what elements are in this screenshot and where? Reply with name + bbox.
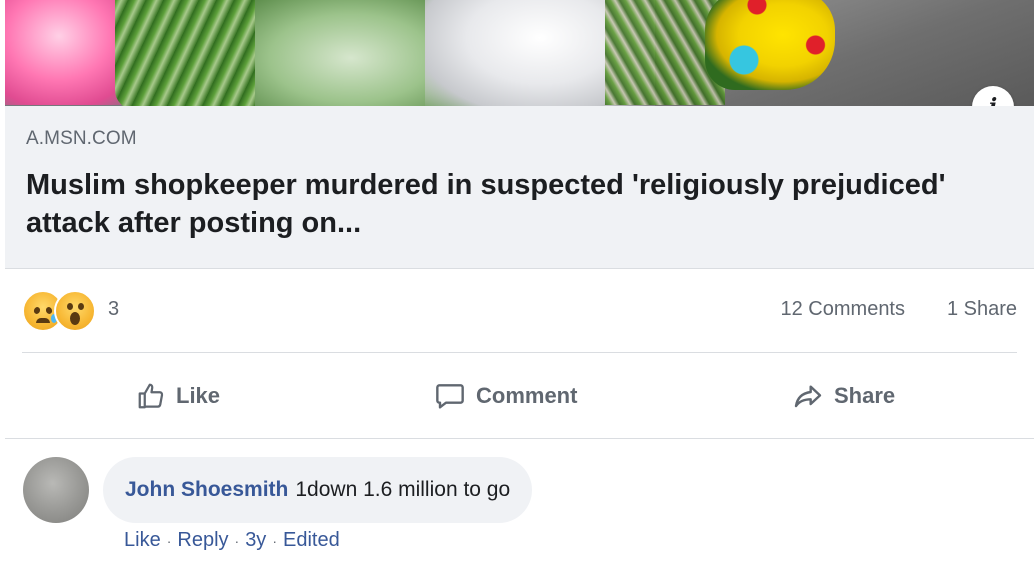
comment-text: 1down 1.6 million to go [295,478,511,501]
comment-label: Comment [476,383,578,408]
link-domain: A.MSN.COM [26,128,137,149]
link-preview-image[interactable] [5,0,1034,106]
like-button[interactable]: Like [136,366,220,426]
link-title[interactable]: Muslim shopkeeper murdered in suspected … [26,166,946,242]
comments-count[interactable]: 12 Comments [781,298,906,321]
comment-meta: Like · Reply · 3y · Edited [124,529,340,552]
thumbs-up-icon [138,383,164,409]
comment-like-link[interactable]: Like [124,529,161,552]
comment-bubble: John Shoesmith 1down 1.6 million to go [103,457,533,523]
wow-reaction-icon[interactable] [54,290,96,332]
comment-author[interactable]: John Shoesmith [125,478,288,502]
share-count[interactable]: 1 Share [947,298,1017,321]
comment-timestamp[interactable]: 3y [245,529,266,552]
share-arrow-icon [794,385,822,408]
reactions-summary: 3 12 Comments 1 Share [22,288,1017,334]
divider [5,438,1034,439]
avatar[interactable] [23,457,89,523]
share-button[interactable]: Share [792,366,895,426]
like-label: Like [176,383,221,408]
separator-dot: · [234,532,240,549]
comment-reply-link[interactable]: Reply [177,529,228,552]
reaction-count[interactable]: 3 [108,298,119,321]
separator-dot: · [272,532,277,549]
link-preview-box[interactable]: A.MSN.COM Muslim shopkeeper murdered in … [5,106,1034,269]
yellow-flower-bouquet [705,0,835,90]
comment-icon [436,384,464,409]
share-label: Share [834,383,896,408]
divider [22,352,1017,353]
separator-dot: · [166,532,172,549]
comment-edited-label[interactable]: Edited [283,529,340,552]
comment-button[interactable]: Comment [434,366,577,426]
